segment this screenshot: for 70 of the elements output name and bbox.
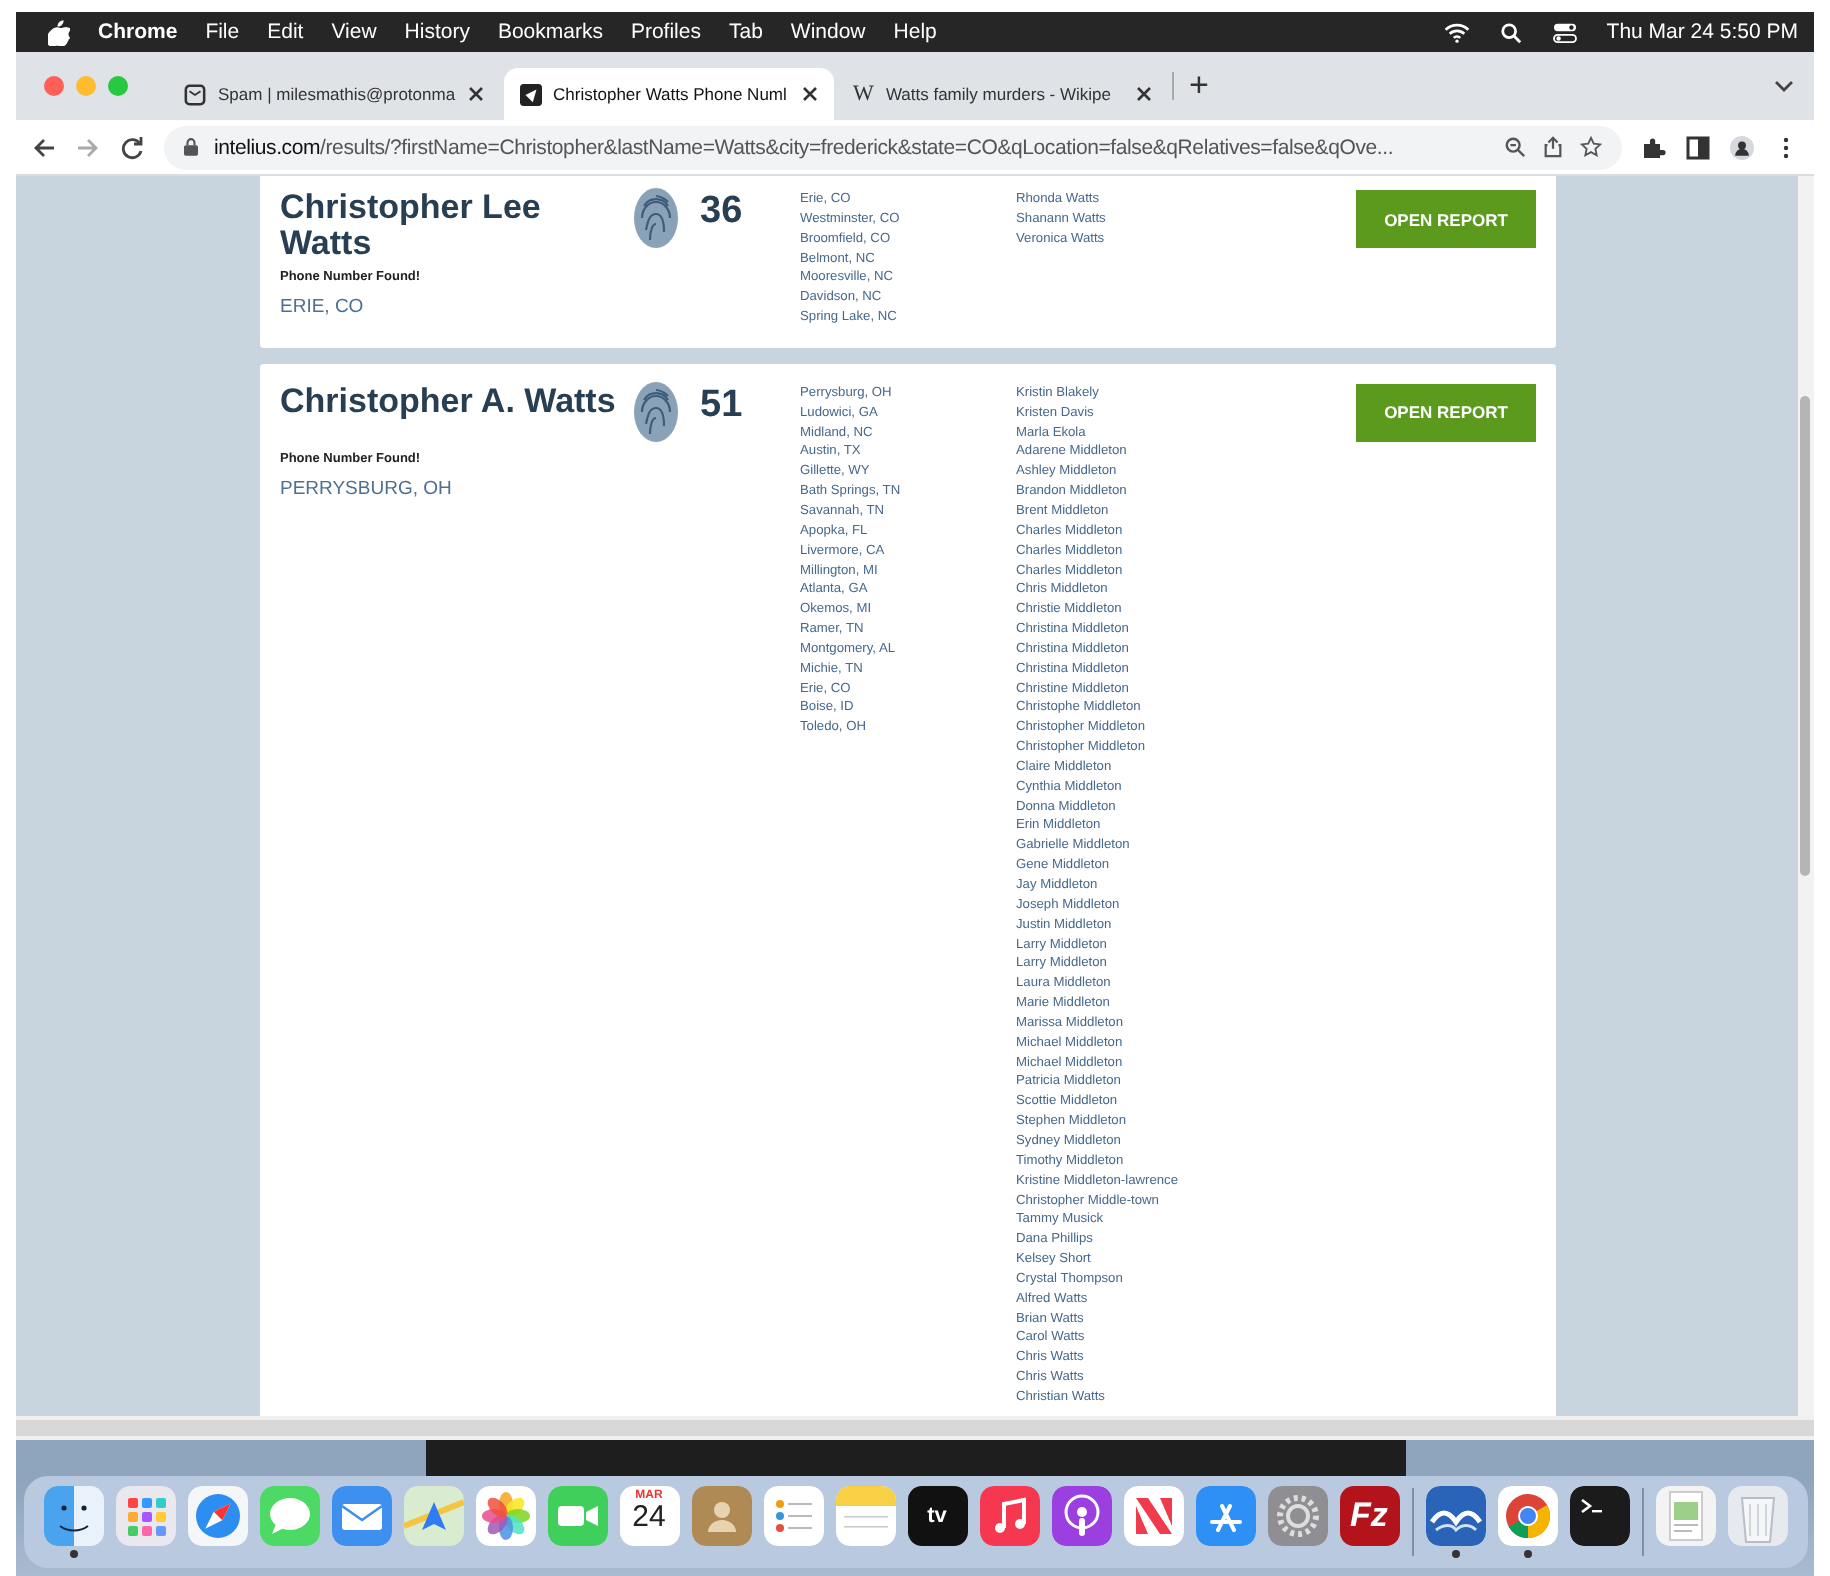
vertical-scrollbar[interactable] [1798,176,1814,1416]
music-app-icon[interactable] [979,1486,1039,1546]
person-name[interactable]: Christopher A. Watts [280,383,624,420]
person-location: PERRYSBURG, OH [280,477,454,500]
finder-app-icon[interactable] [43,1486,103,1546]
news-app-icon[interactable] [1123,1486,1183,1546]
maps-app-icon[interactable] [403,1486,463,1546]
horizontal-scrollbar[interactable] [16,1416,1814,1440]
control-center-icon[interactable] [1552,21,1579,43]
terminal-app-icon[interactable] [1569,1486,1629,1546]
menu-item[interactable]: Profiles [630,20,701,44]
puzzle-icon[interactable] [1642,135,1666,159]
chevron-down-icon[interactable] [1774,80,1794,92]
lock-icon [184,138,198,156]
fingerprint-icon [632,379,680,444]
site-favicon-icon [519,83,542,105]
apple-icon[interactable] [48,19,70,45]
filezilla-app-icon[interactable]: Fz [1339,1486,1399,1546]
chrome-app-icon[interactable] [1497,1486,1557,1546]
safari-app-icon[interactable] [187,1486,247,1546]
photos-app-icon[interactable] [475,1486,535,1546]
reload-icon[interactable] [120,135,144,159]
menu-item[interactable]: History [404,20,470,44]
launchpad-app-icon[interactable] [115,1486,175,1546]
menu-item[interactable]: File [205,20,240,44]
calendar-day: 24 [632,1502,666,1534]
url-host: intelius.com [214,135,321,159]
search-icon[interactable] [1498,21,1525,43]
wikipedia-favicon: W [853,82,874,106]
tab-title: Spam | milesmathis@protonma [218,84,456,104]
share-icon[interactable] [1542,136,1564,158]
wifi-icon[interactable] [1444,21,1471,43]
person-age: 36 [700,190,745,236]
menu-bar-clock: Thu Mar 24 5:50 PM [1606,20,1798,44]
tab-title: Christopher Watts Phone Numl [553,84,789,104]
menu-item[interactable]: Tab [728,20,763,44]
menu-item[interactable]: Edit [267,20,304,44]
menu-item[interactable]: Window [790,20,866,44]
app-menu[interactable]: Chrome [98,20,178,44]
browser-tab[interactable]: W Watts family murders - Wikipe [837,68,1168,120]
star-icon[interactable] [1580,136,1602,158]
menu-item[interactable]: Help [893,20,937,44]
person-location: ERIE, CO [280,296,366,318]
person-name[interactable]: Christopher Lee Watts [280,190,624,262]
mail-app-icon[interactable] [331,1486,391,1546]
address-bar[interactable]: intelius.com/results/?firstName=Christopher&lastName=Watts&city=frederick&state=CO&qLocation=false&qRelatives=false&qOve... [164,125,1622,169]
tv-app-label: tv [927,1504,947,1528]
close-icon[interactable] [467,86,484,102]
tv-app-icon[interactable]: tv [907,1486,967,1546]
back-arrow-icon[interactable] [32,135,56,159]
browser-tab[interactable]: Christopher Watts Phone Numl [503,68,834,120]
menu-item[interactable]: View [331,20,377,44]
podcasts-app-icon[interactable] [1051,1486,1111,1546]
close-icon[interactable] [801,86,818,102]
openoffice-app-icon[interactable] [1425,1486,1485,1546]
url-path: /results/?firstName=Christopher&lastName=Watts&city=frederick&state=CO&qLocation=false&qRelatives=false&qOve... [320,135,1394,159]
appstore-app-icon[interactable] [1195,1486,1255,1546]
person-age: 51 [700,383,745,430]
close-icon[interactable] [1135,86,1152,102]
browser-tab[interactable]: Spam | milesmathis@protonma [168,68,500,120]
menu-item[interactable]: Bookmarks [497,20,603,44]
tab-title: Watts family murders - Wikipe [885,84,1113,104]
profile-avatar-icon[interactable] [1730,135,1754,159]
zoom-icon[interactable] [1504,136,1526,158]
mail-favicon-icon [184,83,206,105]
fingerprint-icon [632,186,680,250]
new-tab-button[interactable]: + [1171,72,1225,100]
filezilla-app-label: Fz [1350,1496,1388,1536]
reminders-app-icon[interactable] [763,1486,823,1546]
side-panel-icon[interactable] [1686,135,1710,159]
